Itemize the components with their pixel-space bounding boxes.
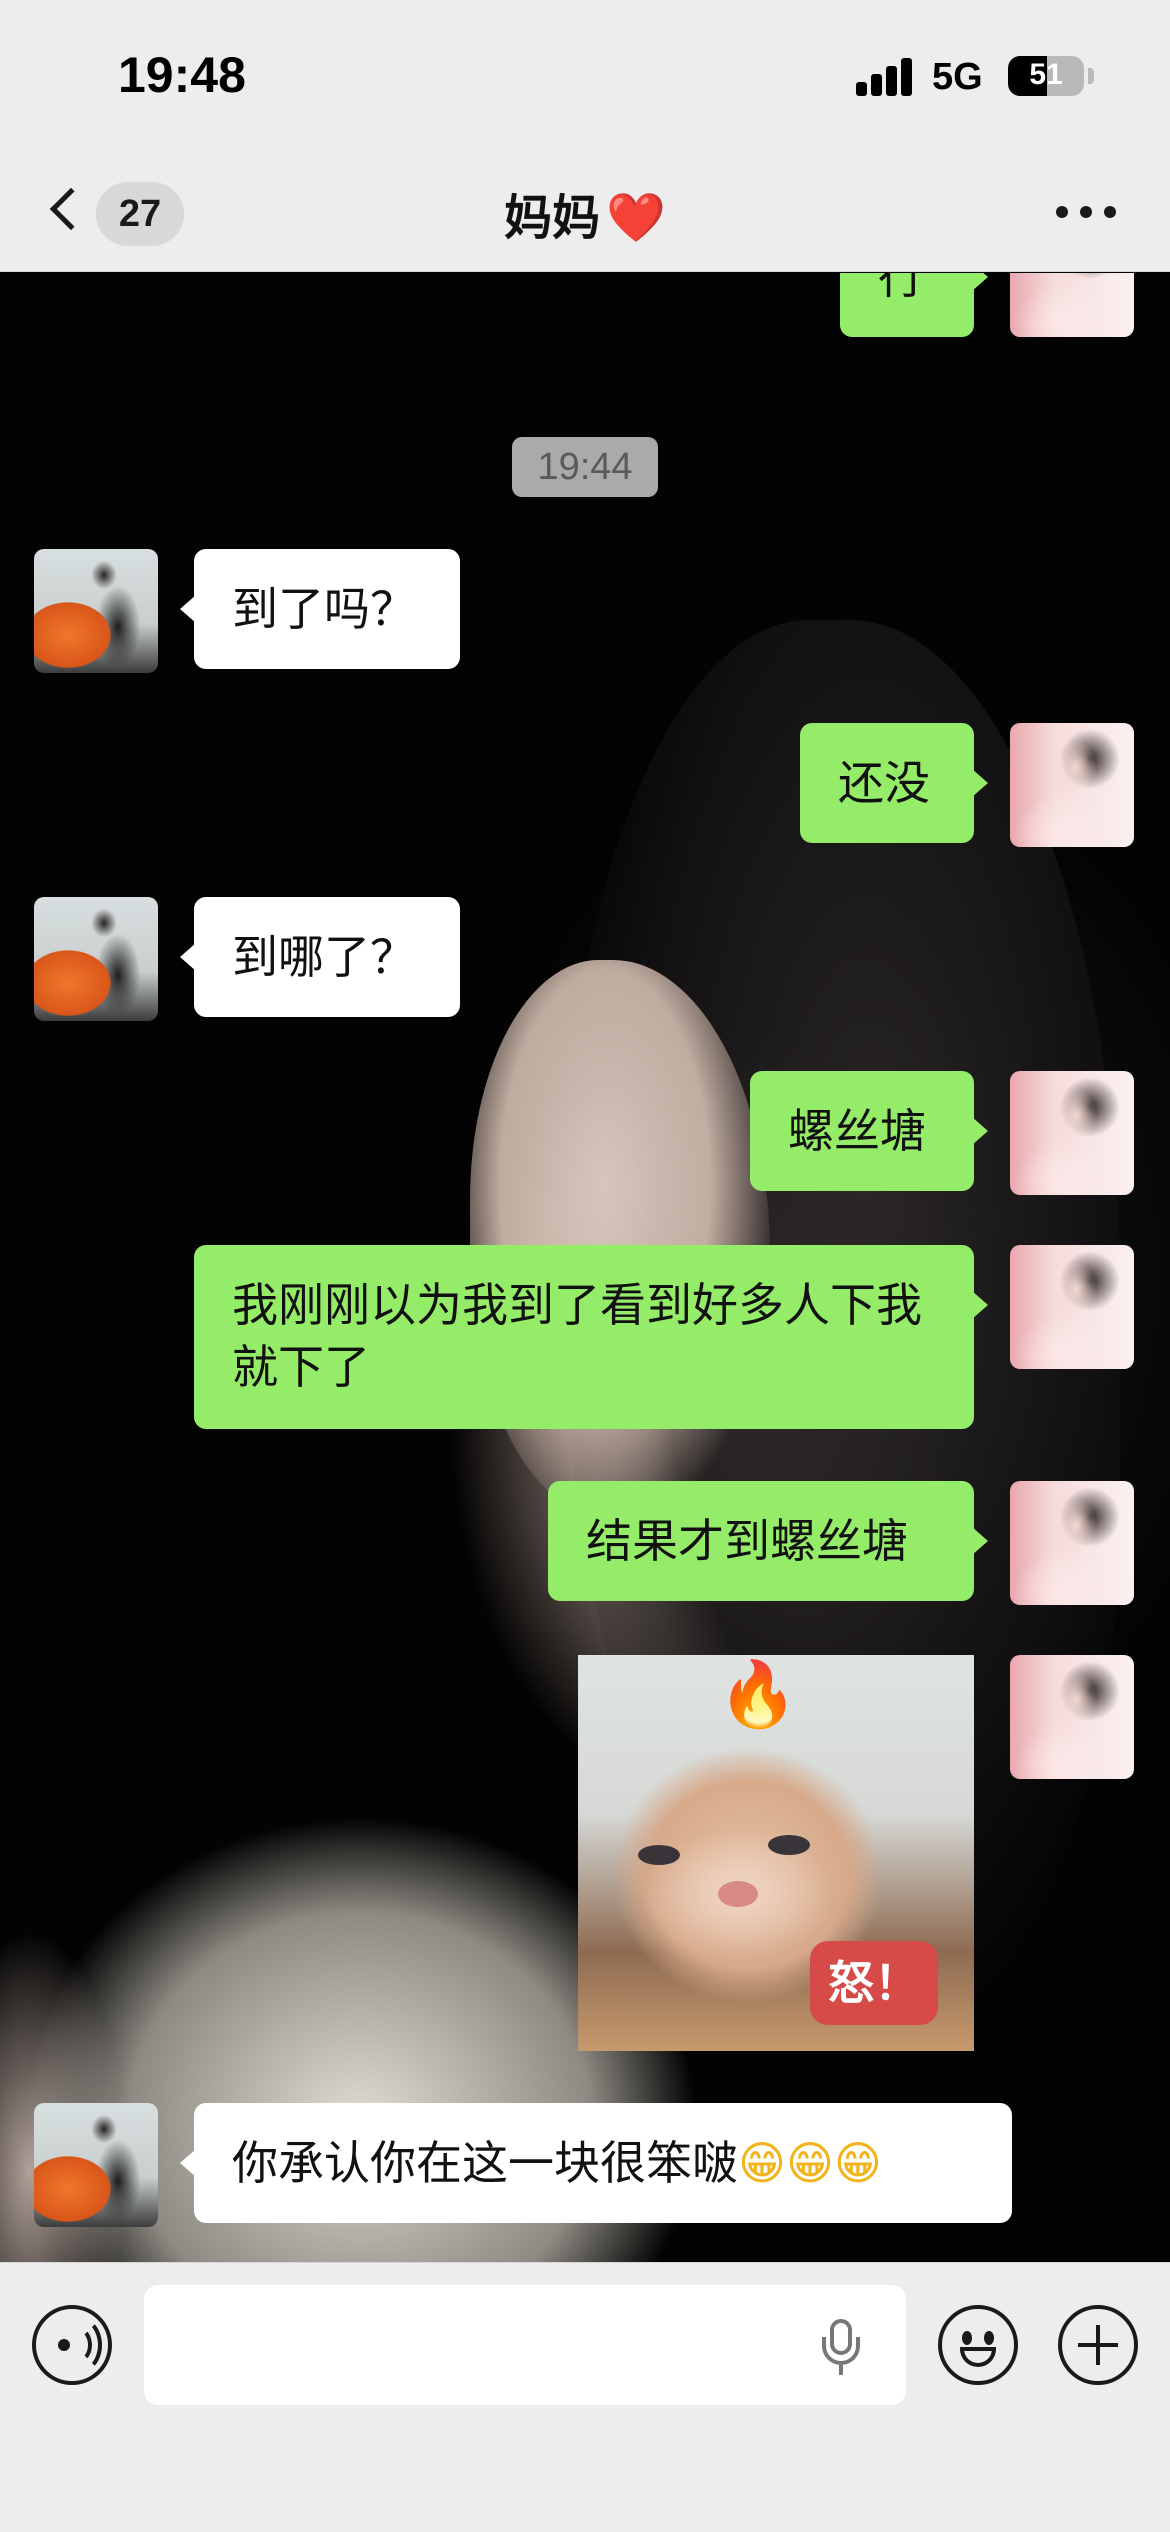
input-bar <box>0 2262 1170 2532</box>
message-input[interactable] <box>144 2285 906 2405</box>
cat-nose <box>718 1881 758 1907</box>
more-button[interactable] <box>1056 202 1116 222</box>
avatar-self[interactable] <box>1010 723 1134 847</box>
message-text: 还没 <box>838 756 930 810</box>
cat-eye <box>768 1835 810 1855</box>
avatar-self[interactable] <box>1010 1481 1134 1605</box>
chat-header: 27 妈妈 ❤️ <box>0 150 1170 272</box>
contact-name: 妈妈 <box>504 190 601 246</box>
chat-title: 妈妈 ❤️ <box>0 178 1170 248</box>
message-bubble-received[interactable]: 到了吗？ <box>180 549 460 669</box>
message-bubble-sent[interactable]: 行 <box>840 273 988 337</box>
message-text: 我刚刚以为我到了看到好多人下我就下了 <box>232 1278 922 1394</box>
status-time: 19:48 <box>118 47 246 103</box>
heart-icon: ❤️ <box>606 190 666 246</box>
message-bubble-sent[interactable]: 我刚刚以为我到了看到好多人下我就下了 <box>194 1245 988 1429</box>
message-text: 到哪了？ <box>232 930 416 984</box>
battery-tip <box>1088 68 1094 84</box>
microphone-icon[interactable] <box>820 2319 862 2375</box>
message-bubble-sent[interactable]: 结果才到螺丝塘 <box>548 1481 988 1601</box>
sticker-message[interactable]: 🔥 怒！ <box>578 1655 974 2051</box>
message-text: 结果才到螺丝塘 <box>586 1514 908 1568</box>
avatar-self[interactable] <box>1010 1245 1134 1369</box>
message-list[interactable]: 行 19:44 到了吗？ 还没 到哪了？ 螺丝塘 我刚刚以为我到了看到好多人下我… <box>0 273 1170 2263</box>
battery-icon: 51 <box>1008 56 1084 96</box>
fire-icon: 🔥 <box>718 1658 798 1732</box>
battery-level: 51 <box>1029 58 1063 91</box>
emoji-button[interactable] <box>938 2305 1018 2385</box>
avatar-self[interactable] <box>1010 1071 1134 1195</box>
voice-input-button[interactable] <box>32 2305 112 2385</box>
message-text: 到了吗？ <box>232 582 416 636</box>
grinning-emoji: 😁😁😁 <box>738 2136 882 2190</box>
message-text: 行 <box>878 273 924 304</box>
signal-icon <box>856 58 914 96</box>
message-bubble-sent[interactable]: 螺丝塘 <box>750 1071 988 1191</box>
cat-eye <box>638 1845 680 1865</box>
avatar-self[interactable] <box>1010 1655 1134 1779</box>
avatar-contact[interactable] <box>34 549 158 673</box>
message-text: 你承认你在这一块很笨啵 <box>232 2136 738 2190</box>
avatar-contact[interactable] <box>34 2103 158 2227</box>
more-dots-icon <box>1056 206 1068 218</box>
network-type: 5G <box>932 56 983 98</box>
message-timestamp: 19:44 <box>512 437 658 497</box>
avatar-contact[interactable] <box>34 897 158 1021</box>
message-bubble-received[interactable]: 到哪了？ <box>180 897 460 1017</box>
message-bubble-sent[interactable]: 还没 <box>800 723 988 843</box>
sticker-caption: 怒！ <box>810 1941 938 2025</box>
message-text: 螺丝塘 <box>788 1104 926 1158</box>
avatar-self[interactable] <box>1010 273 1134 337</box>
message-bubble-received[interactable]: 你承认你在这一块很笨啵😁😁😁 <box>180 2103 1012 2223</box>
more-functions-button[interactable] <box>1058 2305 1138 2385</box>
status-bar: 19:48 5G 51 <box>0 0 1170 150</box>
